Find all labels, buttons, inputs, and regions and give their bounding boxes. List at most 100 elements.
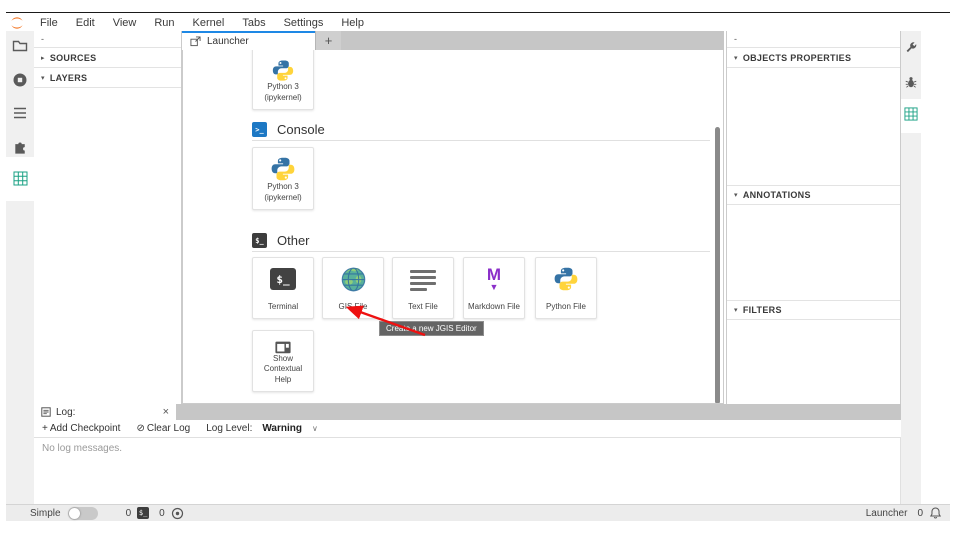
extension-manager-icon[interactable]: [6, 138, 34, 155]
log-empty-message: No log messages.: [42, 443, 122, 454]
launcher-icon: [190, 36, 201, 47]
tab-log[interactable]: Log: ×: [34, 404, 176, 420]
other-section-title: Other: [277, 233, 310, 248]
caret-icon: ▾: [734, 191, 738, 199]
kernel-count: 0: [159, 508, 165, 519]
terminal-section-icon: $_: [252, 233, 267, 248]
terminal-card[interactable]: $_ Terminal: [252, 257, 314, 319]
card-label-line2: (ipykernel): [264, 193, 301, 202]
running-sessions-icon[interactable]: [6, 72, 34, 88]
objects-properties-header[interactable]: ▾ OBJECTS PROPERTIES: [727, 48, 900, 68]
show-contextual-help-card[interactable]: Show Contextual Help: [252, 330, 314, 392]
left-panel: - ▸ SOURCES ▾ LAYERS: [34, 31, 182, 404]
property-inspector-icon[interactable]: [901, 41, 921, 55]
card-label-line2: (ipykernel): [264, 93, 301, 102]
jupyter-logo-icon: [9, 15, 25, 31]
markdown-icon: M ▼: [487, 266, 501, 292]
right-panel-title: -: [727, 31, 900, 48]
kernel-status-icon[interactable]: [171, 507, 184, 520]
new-tab-button[interactable]: +: [315, 31, 341, 50]
debugger-icon[interactable]: [901, 75, 921, 90]
contextual-help-icon: [269, 341, 297, 354]
console-section-header: >_ Console: [252, 119, 710, 141]
menu-file[interactable]: File: [31, 17, 67, 29]
menu-run[interactable]: Run: [145, 17, 183, 29]
tab-launcher[interactable]: Launcher: [182, 31, 315, 50]
left-sidebar: [6, 31, 34, 504]
python-icon: [553, 266, 579, 292]
log-icon: [41, 407, 51, 417]
annotations-header[interactable]: ▾ ANNOTATIONS: [727, 185, 900, 205]
caret-icon: ▾: [734, 306, 738, 314]
terminal-status-icon[interactable]: $_: [137, 507, 149, 519]
card-label: Text File: [408, 302, 438, 311]
right-sidebar: [901, 31, 921, 504]
clear-icon: ⊘: [136, 423, 144, 434]
card-label: Terminal: [268, 302, 298, 311]
menu-settings[interactable]: Settings: [275, 17, 333, 29]
launcher-scrollbar[interactable]: [715, 127, 720, 404]
markdown-file-card[interactable]: M ▼ Markdown File: [463, 257, 525, 319]
toggle-knob: [69, 508, 80, 519]
bell-icon[interactable]: [929, 506, 942, 520]
menu-edit[interactable]: Edit: [67, 17, 104, 29]
left-panel-title: -: [34, 31, 181, 48]
other-section-header: $_ Other: [252, 230, 710, 252]
sources-section-header[interactable]: ▸ SOURCES: [34, 48, 181, 68]
console-python3-card[interactable]: Python 3 (ipykernel): [252, 147, 314, 210]
objects-properties-label: OBJECTS PROPERTIES: [743, 53, 851, 63]
chevron-down-icon: ∨: [312, 424, 318, 433]
status-bar: Simple 0 $_ 0 Launcher 0: [6, 504, 950, 521]
clear-log-label: Clear Log: [147, 423, 190, 434]
log-tab-bar: Log: ×: [34, 404, 901, 420]
python-icon: [270, 156, 296, 182]
jupyterlab-window: File Edit View Run Kernel Tabs Settings …: [0, 0, 960, 540]
caret-icon: ▸: [41, 54, 45, 62]
text-file-icon: [410, 270, 436, 291]
close-icon[interactable]: ×: [163, 406, 169, 418]
console-section-title: Console: [277, 122, 325, 137]
card-label-line2: Contextual Help: [264, 364, 302, 383]
menu-tabs[interactable]: Tabs: [233, 17, 274, 29]
filters-header[interactable]: ▾ FILTERS: [727, 300, 900, 320]
caret-icon: ▾: [734, 54, 738, 62]
tooltip-text: Create a new JGIS Editor: [386, 324, 477, 333]
notebook-python3-card[interactable]: Python 3 (ipykernel): [252, 50, 314, 110]
filters-label: FILTERS: [743, 305, 782, 315]
jgis-panel-icon[interactable]: [6, 171, 34, 186]
current-activity-label[interactable]: Launcher: [866, 508, 908, 519]
tab-log-label: Log:: [56, 407, 75, 418]
simple-mode-label: Simple: [30, 508, 61, 519]
simple-mode-toggle[interactable]: [68, 507, 98, 520]
text-file-card[interactable]: Text File: [392, 257, 454, 319]
gis-file-card[interactable]: GIS File: [322, 257, 384, 319]
tab-launcher-label: Launcher: [207, 36, 249, 47]
log-level-label: Log Level:: [206, 423, 252, 434]
add-checkpoint-button[interactable]: + Add Checkpoint: [42, 423, 120, 434]
card-label-line1: Show: [273, 354, 293, 363]
python-file-card[interactable]: Python File: [535, 257, 597, 319]
plus-icon: +: [325, 33, 333, 48]
plus-icon: +: [42, 423, 48, 434]
tooltip: Create a new JGIS Editor: [379, 321, 484, 336]
menu-view[interactable]: View: [104, 17, 146, 29]
dock-tab-bar: Launcher +: [182, 31, 724, 50]
jgis-right-panel-icon[interactable]: [901, 107, 921, 121]
layers-section-header[interactable]: ▾ LAYERS: [34, 68, 181, 88]
log-content: No log messages.: [34, 438, 901, 504]
card-label: GIS File: [339, 302, 368, 311]
clear-log-button[interactable]: ⊘ Clear Log: [136, 423, 190, 434]
sources-label: SOURCES: [50, 53, 97, 63]
card-label: Python File: [546, 302, 586, 311]
file-browser-icon[interactable]: [6, 38, 34, 54]
card-label-line1: Python 3: [267, 182, 299, 191]
annotations-label: ANNOTATIONS: [743, 190, 811, 200]
log-level-control[interactable]: Log Level: Warning ∨: [206, 423, 318, 434]
table-of-contents-icon[interactable]: [6, 105, 34, 121]
menu-kernel[interactable]: Kernel: [184, 17, 234, 29]
menu-help[interactable]: Help: [332, 17, 373, 29]
right-panel: - ▾ OBJECTS PROPERTIES ▾ ANNOTATIONS ▾ F…: [726, 31, 901, 404]
add-checkpoint-label: Add Checkpoint: [50, 423, 121, 434]
caret-icon: ▾: [41, 74, 45, 82]
gis-globe-icon: [340, 266, 367, 293]
